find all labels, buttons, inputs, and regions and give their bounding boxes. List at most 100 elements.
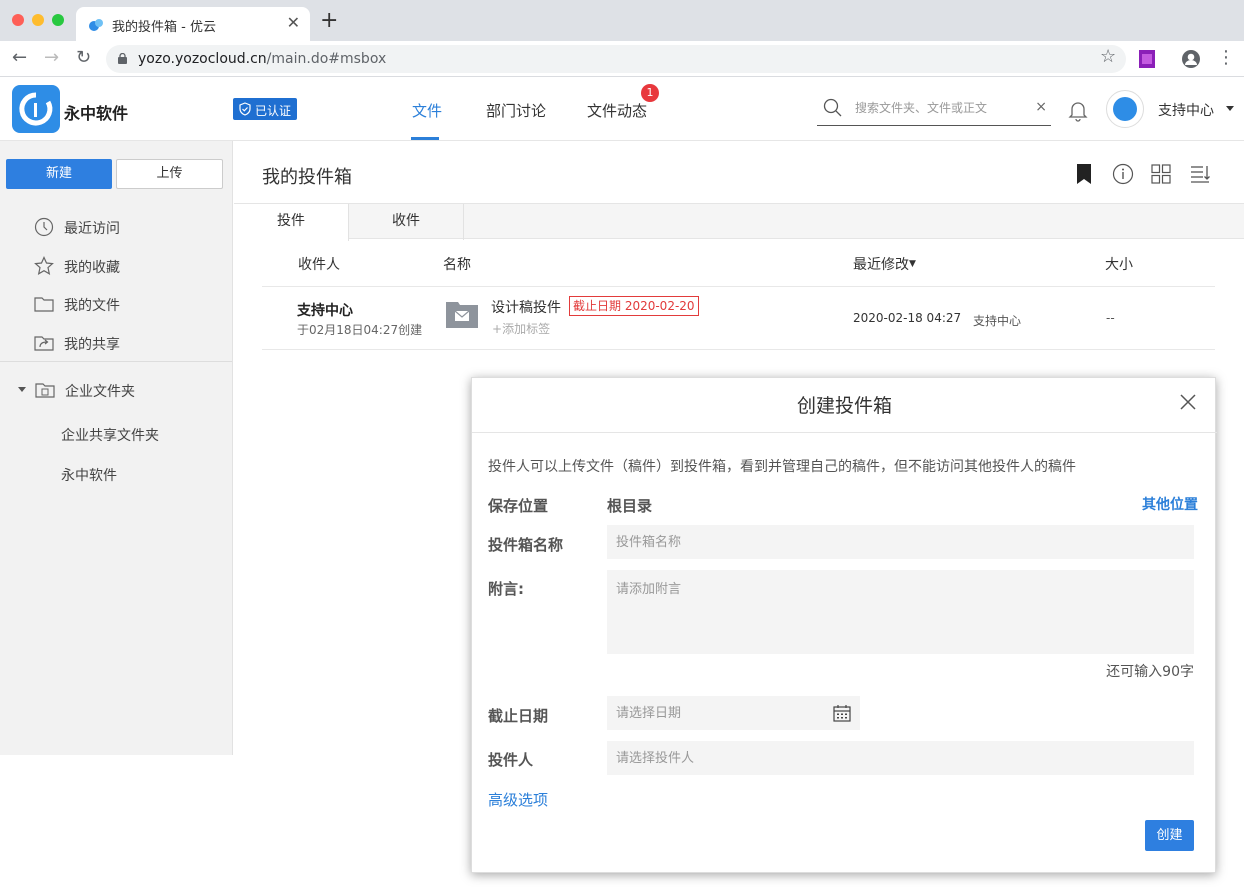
nav-files[interactable]: 文件 bbox=[412, 100, 442, 121]
column-name[interactable]: 名称 bbox=[443, 254, 471, 274]
grid-view-icon[interactable] bbox=[1150, 163, 1172, 185]
address-bar[interactable]: yozo.yozocloud.cn/main.do#msbox bbox=[106, 45, 1126, 73]
sidebar-item-label: 企业文件夹 bbox=[65, 384, 135, 400]
url-text: yozo.yozocloud.cn/main.do#msbox bbox=[138, 51, 387, 67]
app-header: 永中软件 已认证 文件 部门讨论 文件动态 1 × 支持中心 bbox=[0, 78, 1244, 141]
sort-list-icon[interactable] bbox=[1189, 163, 1211, 185]
submitter-input[interactable] bbox=[607, 741, 1194, 775]
browser-tab[interactable]: 我的投件箱 - 优云 ✕ bbox=[76, 7, 310, 41]
search-clear-icon[interactable]: × bbox=[1035, 99, 1047, 115]
deadline-label: 截止日期 bbox=[488, 707, 549, 725]
star-icon bbox=[34, 256, 54, 276]
sidebar-item-label: 我的收藏 bbox=[64, 260, 120, 276]
lock-icon bbox=[118, 53, 127, 64]
new-button[interactable]: 新建 bbox=[6, 159, 112, 189]
brand-name: 永中软件 bbox=[64, 104, 129, 123]
dialog-divider bbox=[472, 432, 1217, 433]
row-created: 于02月18日04:27创建 bbox=[297, 323, 423, 337]
row-modifier: 支持中心 bbox=[973, 314, 1022, 328]
back-icon[interactable]: ← bbox=[12, 48, 27, 68]
column-recipient[interactable]: 收件人 bbox=[298, 254, 340, 274]
column-modified[interactable]: 最近修改▼ bbox=[853, 254, 916, 274]
profile-icon[interactable] bbox=[1181, 49, 1201, 69]
minimize-window-button[interactable] bbox=[32, 14, 44, 26]
tab-submit-label: 投件 bbox=[277, 213, 305, 229]
certified-label: 已认证 bbox=[255, 104, 292, 118]
mailbox-name-input[interactable] bbox=[607, 525, 1194, 559]
add-tag-link[interactable]: +添加标签 bbox=[492, 320, 550, 337]
save-location-value: 根目录 bbox=[607, 497, 653, 515]
user-menu-caret-icon[interactable] bbox=[1226, 106, 1234, 111]
tab-close-icon[interactable]: ✕ bbox=[287, 13, 300, 32]
other-location-link[interactable]: 其他位置 bbox=[1142, 494, 1198, 514]
column-size[interactable]: 大小 bbox=[1105, 254, 1133, 274]
header-divider bbox=[262, 286, 1215, 287]
expand-chevron-icon[interactable] bbox=[18, 387, 26, 392]
logo-mark-icon bbox=[19, 92, 53, 126]
search-icon[interactable] bbox=[823, 98, 843, 118]
info-icon[interactable] bbox=[1112, 163, 1134, 185]
shield-icon bbox=[239, 102, 251, 116]
nav-file-activity[interactable]: 文件动态 bbox=[587, 100, 647, 121]
bookmark-star-icon[interactable]: ☆ bbox=[1100, 47, 1116, 67]
avatar-logo-icon bbox=[1113, 97, 1137, 121]
upload-button[interactable]: 上传 bbox=[116, 159, 223, 189]
nav-department-discussion[interactable]: 部门讨论 bbox=[486, 100, 546, 121]
yozo-favicon-icon bbox=[89, 19, 103, 31]
share-icon bbox=[34, 336, 54, 351]
sidebar-item-label: 我的共享 bbox=[64, 337, 120, 353]
add-tag-label: 添加标签 bbox=[502, 322, 551, 336]
row-owner: 支持中心 bbox=[297, 303, 353, 319]
new-tab-button[interactable]: + bbox=[320, 10, 338, 32]
username[interactable]: 支持中心 bbox=[1158, 100, 1214, 120]
calendar-icon[interactable] bbox=[833, 704, 851, 722]
page-title: 我的投件箱 bbox=[262, 167, 352, 188]
row-name[interactable]: 设计稿投件 bbox=[491, 297, 561, 317]
notification-count-badge: 1 bbox=[641, 84, 659, 102]
bell-icon[interactable] bbox=[1068, 100, 1088, 122]
sidebar-item-enterprise-shared[interactable]: 企业共享文件夹 bbox=[61, 425, 159, 445]
mailbox-folder-icon bbox=[446, 302, 478, 328]
mailbox-tabs: 投件 收件 bbox=[234, 203, 1244, 241]
row-divider bbox=[262, 349, 1215, 350]
tab-title: 我的投件箱 - 优云 bbox=[112, 20, 216, 35]
plus-icon: + bbox=[492, 322, 503, 336]
extension-icon[interactable] bbox=[1139, 50, 1155, 68]
close-window-button[interactable] bbox=[12, 14, 24, 26]
row-modified-date: 2020-02-18 04:27 bbox=[853, 311, 962, 325]
sidebar: 新建 上传 最近访问 我的收藏 我的文件 我的共享 企业文件夹 企业共享文件夹 bbox=[0, 141, 233, 755]
browser-menu-icon[interactable]: ⋮ bbox=[1217, 48, 1235, 68]
submitter-label: 投件人 bbox=[488, 751, 534, 769]
browser-tab-bar: 我的投件箱 - 优云 ✕ + bbox=[0, 0, 1244, 41]
nav-active-indicator bbox=[411, 137, 439, 140]
save-location-label: 保存位置 bbox=[488, 497, 549, 515]
avatar[interactable] bbox=[1106, 90, 1144, 128]
certified-badge: 已认证 bbox=[233, 98, 297, 120]
sidebar-item-label: 最近访问 bbox=[64, 221, 120, 237]
create-mailbox-dialog: 创建投件箱 投件人可以上传文件（稿件）到投件箱，看到并管理自己的稿件，但不能访问… bbox=[471, 377, 1217, 873]
deadline-picker[interactable] bbox=[607, 696, 860, 730]
dialog-title: 创建投件箱 bbox=[796, 395, 892, 417]
folder-icon bbox=[34, 297, 54, 312]
reload-icon[interactable]: ↻ bbox=[76, 48, 91, 68]
maximize-window-button[interactable] bbox=[52, 14, 64, 26]
advanced-options-link[interactable]: 高级选项 bbox=[488, 789, 548, 810]
tab-receive[interactable]: 收件 bbox=[349, 204, 464, 240]
company-logo[interactable] bbox=[12, 85, 60, 133]
deadline-tag: 截止日期 2020-02-20 bbox=[569, 296, 699, 316]
clock-icon bbox=[34, 217, 54, 237]
search-input[interactable] bbox=[855, 101, 1025, 115]
close-icon[interactable] bbox=[1178, 392, 1198, 412]
create-button[interactable]: 创建 bbox=[1145, 820, 1194, 851]
deadline-input[interactable] bbox=[607, 696, 817, 730]
tab-submit[interactable]: 投件 bbox=[234, 204, 349, 241]
mailbox-name-label: 投件箱名称 bbox=[488, 536, 564, 554]
bookmark-icon[interactable] bbox=[1074, 163, 1096, 185]
forward-icon[interactable]: → bbox=[44, 48, 59, 68]
sidebar-item-yozo[interactable]: 永中软件 bbox=[61, 465, 117, 485]
dialog-description: 投件人可以上传文件（稿件）到投件箱，看到并管理自己的稿件，但不能访问其他投件人的… bbox=[488, 459, 1076, 475]
note-textarea[interactable] bbox=[607, 570, 1194, 654]
browser-toolbar: ← → ↻ yozo.yozocloud.cn/main.do#msbox ☆ … bbox=[0, 41, 1244, 77]
row-size: -- bbox=[1106, 311, 1115, 325]
remaining-chars: 还可输入90字 bbox=[1106, 664, 1194, 680]
